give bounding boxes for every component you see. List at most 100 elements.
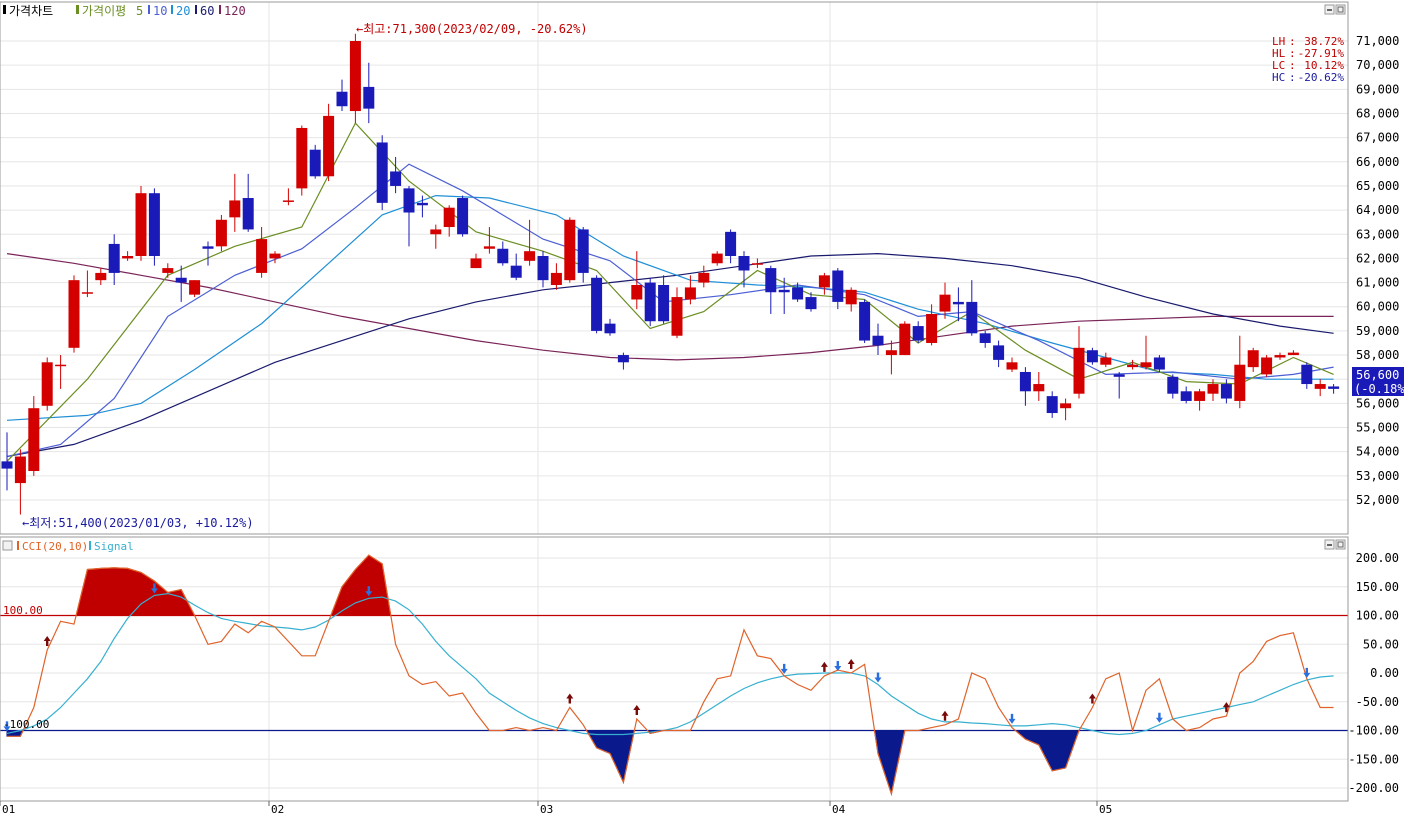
price-tick-label: 60,000 <box>1356 300 1399 314</box>
candle-down <box>859 301 871 341</box>
candle-up <box>189 280 201 295</box>
cci-tick-label: -200.00 <box>1348 781 1399 795</box>
price-tick-label: 53,000 <box>1356 469 1399 483</box>
candle-up <box>899 323 911 356</box>
candle-down <box>738 256 750 271</box>
candle-down <box>792 287 804 300</box>
cci-legend: CCI(20,10) Signal <box>2 540 134 553</box>
upper-band-label: 100.00 <box>3 604 43 617</box>
candle-down <box>376 142 388 203</box>
price-tick-label: 65,000 <box>1356 179 1399 193</box>
price-tick-label: 59,000 <box>1356 324 1399 338</box>
candle-up <box>1033 384 1045 392</box>
candle-down <box>1180 391 1192 401</box>
candle-up <box>885 350 897 356</box>
ma-legend-label: 가격이평 <box>82 4 126 18</box>
price-tick-label: 69,000 <box>1356 82 1399 96</box>
ma20-legend: 20 <box>176 4 190 18</box>
candle-up <box>229 200 241 218</box>
price-tick-label: 64,000 <box>1356 203 1399 217</box>
high-marker: ←최고:71,300(2023/02/09, -20.62%) <box>356 22 588 36</box>
price-legend: 가격차트 가격이평 5 10 20 60 120 <box>3 4 246 18</box>
candle-up <box>28 408 40 472</box>
candle-down <box>537 256 549 281</box>
candle-down <box>1167 376 1179 394</box>
candle-down <box>390 171 402 186</box>
candle-down <box>416 202 428 206</box>
price-tick-label: 62,000 <box>1356 251 1399 265</box>
low-marker: ←최저:51,400(2023/01/03, +10.12%) <box>22 516 254 530</box>
candle-down <box>336 91 348 107</box>
cci-tick-label: 150.00 <box>1356 580 1399 594</box>
candle-down <box>309 149 321 177</box>
chart-canvas: 71,000 70,000 69,000 68,000 67,000 66,000 65,0… <box>0 0 1418 816</box>
candle-up <box>1274 355 1286 358</box>
candle-up <box>939 294 951 312</box>
current-price-tag: 56,600 (-0.18%) <box>1352 367 1412 396</box>
price-tick-label: 61,000 <box>1356 276 1399 290</box>
candle-up <box>483 246 495 249</box>
chart-title: 가격차트 <box>9 4 53 18</box>
cci-maximize-button[interactable] <box>1335 539 1346 550</box>
candle-up <box>95 272 107 281</box>
cci-tick-label: -150.00 <box>1348 752 1399 766</box>
x-tick-label: 01 <box>2 803 15 816</box>
candle-up <box>564 219 576 281</box>
candle-down <box>1086 350 1098 363</box>
price-tick-label: 71,000 <box>1356 34 1399 48</box>
candle-up <box>671 297 683 336</box>
candle-up <box>845 289 857 305</box>
price-tick-label: 68,000 <box>1356 106 1399 120</box>
stock-chart-window: 71,000 70,000 69,000 68,000 67,000 66,000 65,0… <box>0 0 1418 816</box>
candle-up <box>162 268 174 273</box>
candle-up <box>1261 357 1273 375</box>
candle-down <box>510 265 522 278</box>
candle-down <box>1328 386 1340 389</box>
candle-up <box>14 456 26 484</box>
candle-up <box>1247 350 1259 368</box>
candle-up <box>1194 391 1206 401</box>
candle-up <box>1006 362 1018 370</box>
candle-down <box>363 86 375 109</box>
candle-up <box>524 251 536 261</box>
candle-up <box>122 256 134 259</box>
price-tick-label: 52,000 <box>1356 493 1399 507</box>
candle-down <box>765 268 777 293</box>
price-tick-label: 55,000 <box>1356 421 1399 435</box>
candle-up <box>269 253 281 259</box>
cci-settings-button[interactable] <box>2 540 13 551</box>
maximize-panel-button[interactable] <box>1335 4 1346 15</box>
candle-down <box>497 248 509 264</box>
price-tick-label: 70,000 <box>1356 58 1399 72</box>
ma120-legend: 120 <box>224 4 246 18</box>
candle-up <box>1207 384 1219 394</box>
candle-down <box>832 270 844 302</box>
candle-down <box>202 246 214 249</box>
candle-up <box>1140 362 1152 368</box>
candle-down <box>577 229 589 273</box>
candle-up <box>443 207 455 228</box>
price-tick-label: 54,000 <box>1356 445 1399 459</box>
candle-up <box>470 258 482 269</box>
price-tick-label: 56,000 <box>1356 396 1399 410</box>
signal-legend-label: Signal <box>94 540 134 553</box>
price-tick-label: 58,000 <box>1356 348 1399 362</box>
candle-down <box>148 193 160 257</box>
current-change: (-0.18%) <box>1354 382 1412 396</box>
candle-down <box>457 198 469 235</box>
candle-down <box>617 355 629 363</box>
candle-up <box>926 313 938 343</box>
candle-down <box>1153 357 1165 370</box>
candle-down <box>175 277 187 283</box>
candle-up <box>1100 357 1112 365</box>
candle-up <box>55 364 67 367</box>
candle-down <box>604 323 616 334</box>
x-tick-label: 02 <box>271 803 284 816</box>
candle-down <box>644 282 656 322</box>
candle-up <box>550 272 562 285</box>
svg-text::: : <box>1289 71 1296 84</box>
candle-up <box>698 272 710 283</box>
candle-up <box>818 275 830 288</box>
candle-up <box>256 239 268 273</box>
candle-down <box>1019 371 1031 392</box>
